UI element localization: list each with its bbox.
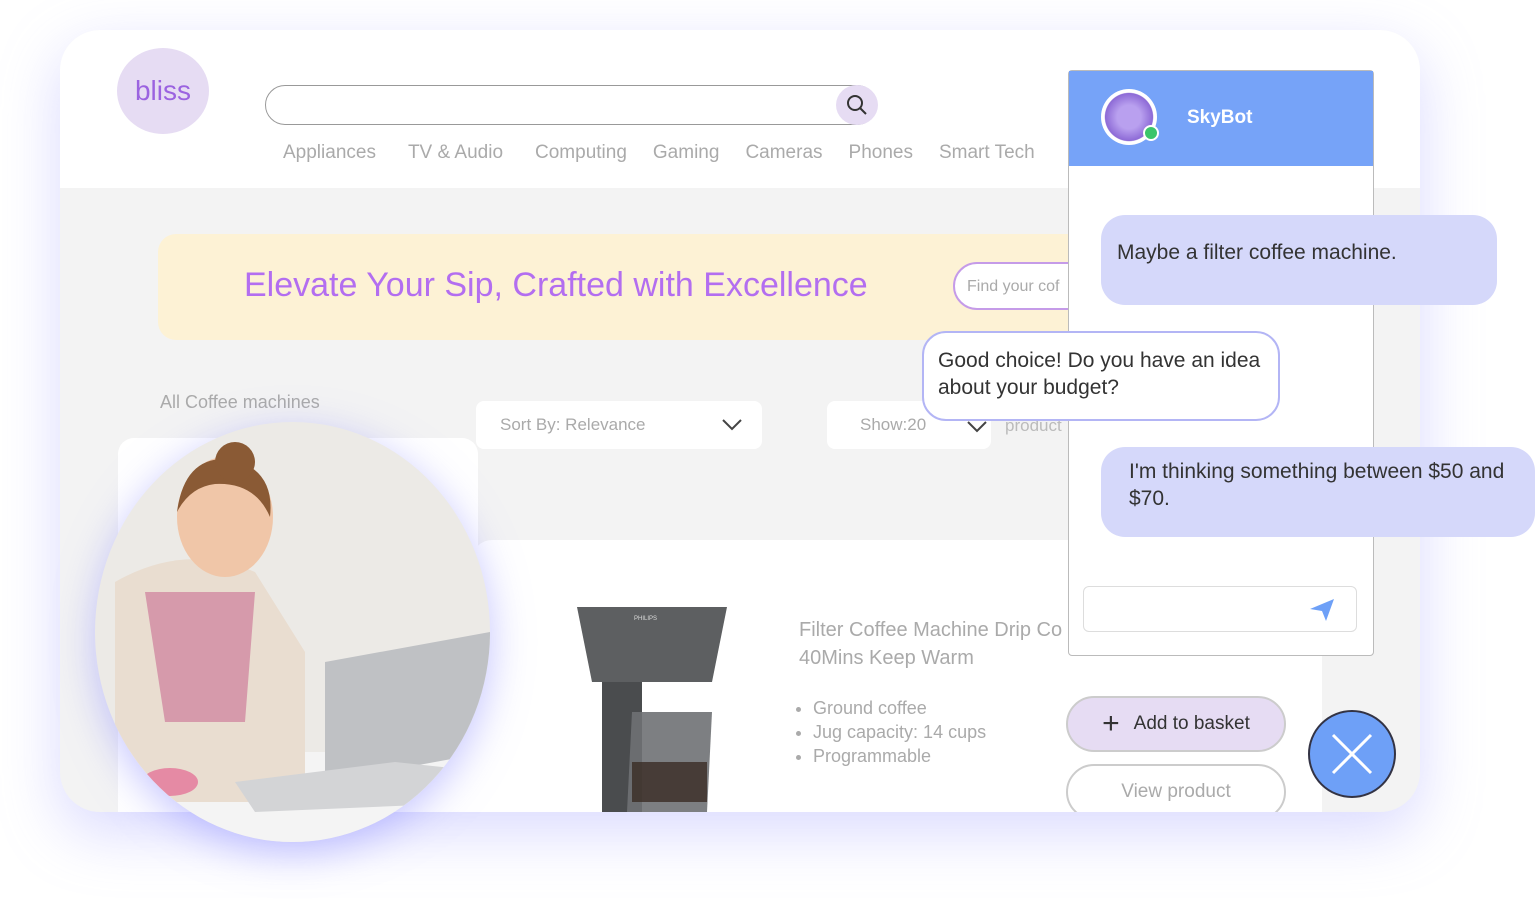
chat-input[interactable] [1083,586,1357,632]
nav-cameras[interactable]: Cameras [745,142,822,164]
customer-photo [95,422,490,842]
logo[interactable]: bliss [117,48,209,134]
category-nav: Appliances TV & Audio Computing Gaming C… [283,142,1061,164]
chat-header: SkyBot [1069,71,1373,166]
search-icon [847,95,867,115]
product-title-line: 40Mins Keep Warm [799,647,974,669]
coffee-machine-image: PHILIPS [577,607,727,812]
nav-gaming[interactable]: Gaming [653,142,720,164]
show-value: Show:20 [860,415,927,434]
search-button[interactable] [836,85,878,125]
nav-computing[interactable]: Computing [535,142,627,164]
chevron-down-icon [722,419,742,431]
nav-appliances[interactable]: Appliances [283,142,376,164]
bot-name: SkyBot [1187,107,1253,128]
feature-item: Programmable [813,744,986,768]
online-status-icon [1143,125,1159,141]
sort-value: Sort By: Relevance [500,415,646,434]
banner-title: Elevate Your Sip, Crafted with Excellenc… [244,266,868,304]
add-to-basket-button[interactable]: + Add to basket [1066,696,1286,752]
feature-list: Ground coffee Jug capacity: 14 cups Prog… [795,696,986,768]
view-product-button[interactable]: View product [1066,764,1286,812]
promo-banner: Elevate Your Sip, Crafted with Excellenc… [158,234,1093,340]
feature-item: Ground coffee [813,696,986,720]
nav-phones[interactable]: Phones [849,142,913,164]
chat-message-user: Maybe a filter coffee machine. [1101,215,1497,305]
close-icon [1331,733,1373,775]
feature-item: Jug capacity: 14 cups [813,720,986,744]
send-icon[interactable] [1308,597,1336,623]
breadcrumb[interactable]: All Coffee machines [160,392,320,413]
search-input[interactable] [265,85,878,125]
chat-message-bot: Good choice! Do you have an idea about y… [922,331,1280,421]
nav-smart-tech[interactable]: Smart Tech [939,142,1035,164]
close-chat-button[interactable] [1308,710,1396,798]
plus-icon: + [1102,707,1120,740]
product-title[interactable]: Filter Coffee Machine Drip Co 40Mins Kee… [799,616,1062,672]
sort-select[interactable]: Sort By: Relevance [476,401,762,449]
chat-message-user: I'm thinking something between $50 and $… [1101,447,1535,537]
add-to-basket-label: Add to basket [1133,713,1250,734]
nav-tv-audio[interactable]: TV & Audio [408,142,503,164]
chevron-down-icon [967,421,987,433]
product-title-line: Filter Coffee Machine Drip Co [799,619,1063,641]
brand-text: PHILIPS [634,616,657,622]
